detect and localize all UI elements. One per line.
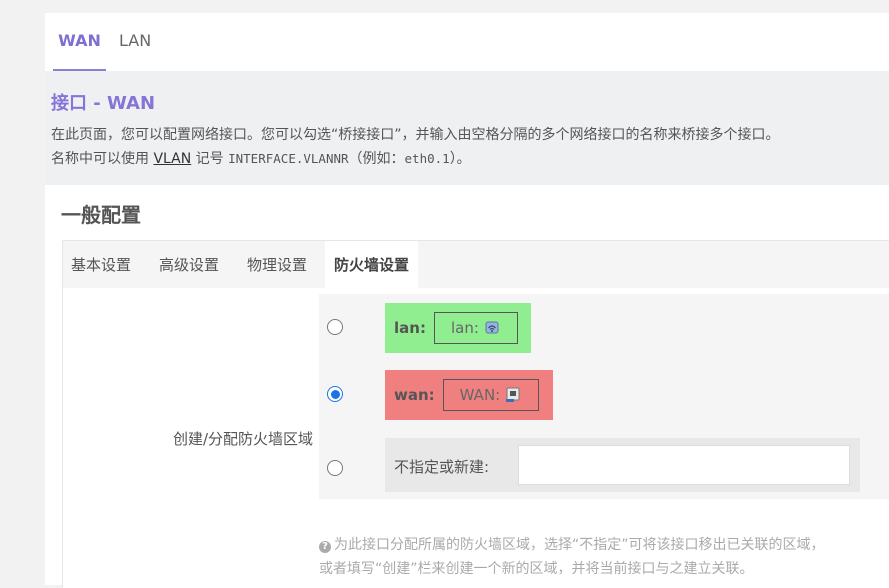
- section-title: 一般配置: [61, 203, 141, 227]
- page-title: 接口 - WAN: [51, 93, 156, 114]
- code-example: eth0.1: [404, 151, 450, 166]
- tab-lan[interactable]: LAN: [119, 13, 151, 71]
- config-subtabs: 基本设置 高级设置 物理设置 防火墙设置: [62, 240, 889, 289]
- desc-text: 记号: [191, 151, 229, 167]
- subtab-firewall[interactable]: 防火墙设置: [325, 241, 419, 289]
- subtab-advanced[interactable]: 高级设置: [159, 241, 219, 289]
- ethernet-network-icon: [506, 387, 520, 402]
- page-header: 接口 - WAN 在此页面，您可以配置网络接口。您可以勾选“桥接接口”，并输入由…: [45, 71, 889, 185]
- zone-options: lan: lan: wan: WAN: 不指定或新建:: [319, 294, 889, 499]
- code-interface: INTERFACE.VLANNR: [228, 151, 349, 166]
- description-line-2: 名称中可以使用 VLAN 记号 INTERFACE.VLANNR（例如：eth0…: [51, 147, 889, 171]
- desc-text: ）。: [449, 151, 471, 167]
- zone-name-lan: lan:: [394, 319, 426, 337]
- wifi-network-icon: [485, 321, 499, 334]
- zone-network-wan: WAN:: [442, 379, 540, 411]
- question-icon: ?: [319, 541, 331, 553]
- new-zone-label: 不指定或新建:: [394, 458, 490, 476]
- vlan-link[interactable]: VLAN: [153, 151, 191, 167]
- help-line-2: 或者填写“创建”栏来创建一个新的区域，并将当前接口与之建立关联。: [319, 561, 754, 577]
- zone-radio-wan[interactable]: [327, 386, 343, 402]
- new-zone-input[interactable]: [518, 445, 850, 485]
- description-line-1: 在此页面，您可以配置网络接口。您可以勾选“桥接接口”，并输入由空格分隔的多个网络…: [51, 127, 780, 143]
- new-zone-row: 不指定或新建:: [385, 438, 860, 492]
- zone-name-wan: wan:: [394, 386, 435, 404]
- subtab-physical[interactable]: 物理设置: [247, 241, 307, 289]
- desc-text: 名称中可以使用: [51, 151, 154, 167]
- zone-network-lan: lan:: [433, 312, 518, 344]
- interface-tabs: WAN LAN: [45, 13, 889, 71]
- subtab-basic[interactable]: 基本设置: [71, 241, 131, 289]
- zone-radio-lan[interactable]: [327, 319, 343, 335]
- zone-badge-lan: lan: lan:: [385, 303, 531, 353]
- general-config-card: 一般配置 基本设置 高级设置 物理设置 防火墙设置 创建/分配防火墙区域 lan…: [45, 185, 889, 588]
- help-line-1: 为此接口分配所属的防火墙区域，选择“不指定”可将该接口移出已关联的区域，: [334, 537, 825, 553]
- firewall-zone-label: 创建/分配防火墙区域: [172, 430, 313, 448]
- zone-badge-wan: wan: WAN:: [385, 370, 553, 420]
- desc-text: （例如：: [348, 151, 405, 167]
- network-label-lan: lan:: [450, 319, 479, 337]
- network-label-wan: WAN:: [459, 386, 501, 404]
- tab-wan[interactable]: WAN: [53, 13, 106, 71]
- zone-radio-unspecified[interactable]: [327, 460, 343, 476]
- firewall-settings-panel: 创建/分配防火墙区域 lan: lan: wan: WAN: 不指定或新建: ?…: [62, 288, 889, 588]
- page-description: 在此页面，您可以配置网络接口。您可以勾选“桥接接口”，并输入由空格分隔的多个网络…: [51, 123, 889, 171]
